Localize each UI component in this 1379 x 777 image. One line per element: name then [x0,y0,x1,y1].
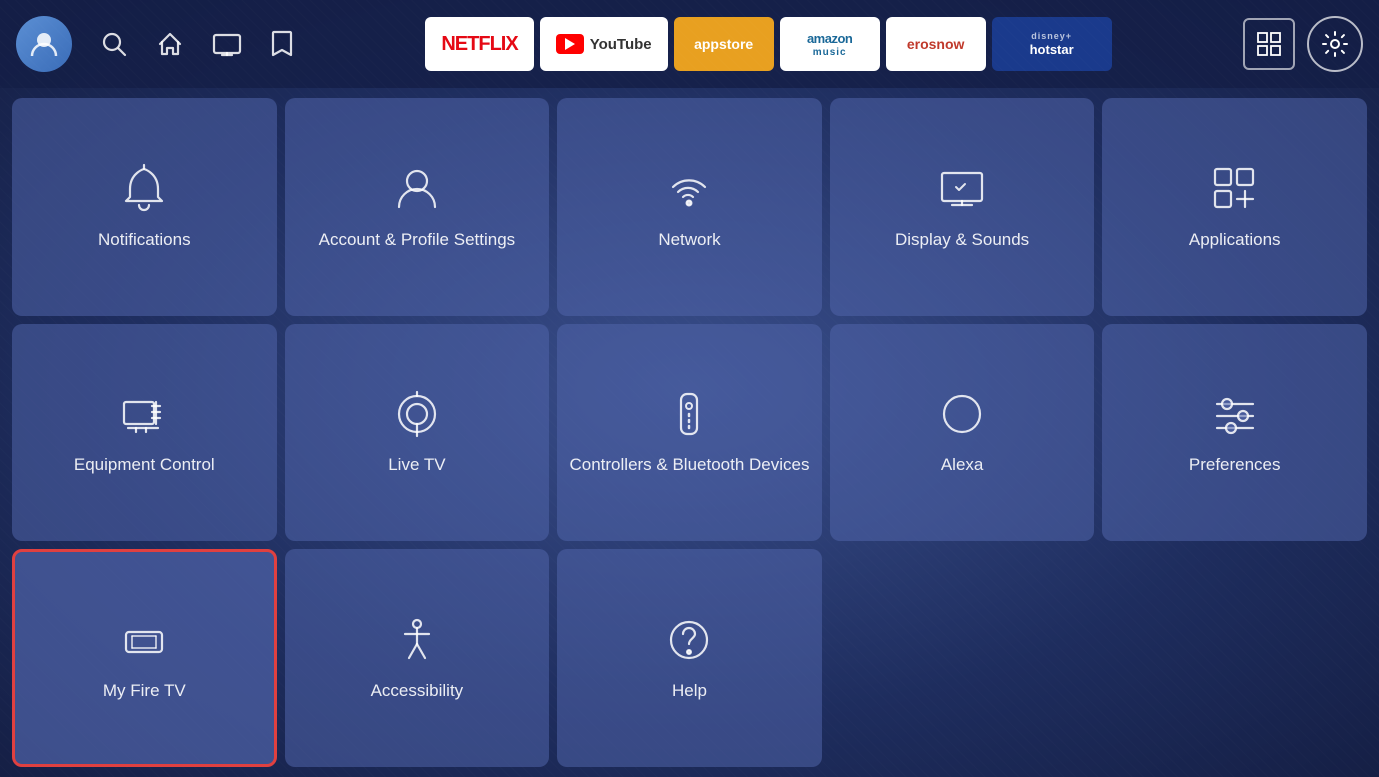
alexa-label: Alexa [931,454,994,476]
display-icon [936,163,988,215]
live-tv-label: Live TV [378,454,455,476]
topbar: NETFLIX YouTube appstore amazon music er… [0,0,1379,88]
applications-label: Applications [1179,229,1291,251]
remote-icon [663,388,715,440]
app-youtube[interactable]: YouTube [540,17,668,71]
hotstar-brand: disney+ [1031,31,1072,41]
controllers-label: Controllers & Bluetooth Devices [559,454,819,476]
topbar-apps: NETFLIX YouTube appstore amazon music er… [294,17,1243,71]
bookmark-icon[interactable] [270,30,294,58]
settings-icon[interactable] [1307,16,1363,72]
network-label: Network [648,229,730,251]
appstore-label: appstore [694,36,753,52]
accessibility-icon [391,614,443,666]
wifi-icon [663,163,715,215]
app-erosnow[interactable]: erosnow [886,17,986,71]
eros-label: erosnow [907,36,965,52]
tile-notifications[interactable]: Notifications [12,98,277,316]
notifications-icon [118,163,170,215]
display-sounds-label: Display & Sounds [885,229,1039,251]
notifications-label: Notifications [88,229,201,251]
sliders-icon [1209,388,1261,440]
hotstar-label: hotstar [1030,42,1074,57]
firetv-icon [118,614,170,666]
settings-grid: Notifications Account & Profile Settings… [0,88,1379,777]
amazon-label: amazon [807,31,852,46]
youtube-play-icon [556,34,584,54]
tv-icon[interactable] [212,31,242,57]
account-label: Account & Profile Settings [309,229,526,251]
account-icon [391,163,443,215]
help-icon [663,614,715,666]
tile-display-sounds[interactable]: Display & Sounds [830,98,1095,316]
applications-icon [1209,163,1261,215]
tile-preferences[interactable]: Preferences [1102,324,1367,542]
tile-accessibility[interactable]: Accessibility [285,549,550,767]
preferences-label: Preferences [1179,454,1291,476]
tile-account-profile[interactable]: Account & Profile Settings [285,98,550,316]
tile-applications[interactable]: Applications [1102,98,1367,316]
alexa-icon [936,388,988,440]
search-icon[interactable] [100,30,128,58]
topbar-right [1243,16,1363,72]
tile-network[interactable]: Network [557,98,822,316]
youtube-label: YouTube [590,36,652,53]
music-label: music [813,47,847,58]
tile-controllers-bluetooth[interactable]: Controllers & Bluetooth Devices [557,324,822,542]
app-netflix[interactable]: NETFLIX [425,17,533,71]
app-amazon-music[interactable]: amazon music [780,17,880,71]
accessibility-label: Accessibility [361,680,474,702]
help-label: Help [662,680,717,702]
tile-my-fire-tv[interactable]: My Fire TV [12,549,277,767]
avatar[interactable] [16,16,72,72]
netflix-label: NETFLIX [441,33,517,56]
tile-alexa[interactable]: Alexa [830,324,1095,542]
grid-plus-icon[interactable] [1243,18,1295,70]
equipment-icon [118,388,170,440]
app-appstore[interactable]: appstore [674,17,774,71]
tile-help[interactable]: Help [557,549,822,767]
tile-live-tv[interactable]: Live TV [285,324,550,542]
topbar-left [16,16,294,72]
my-fire-tv-label: My Fire TV [93,680,196,702]
app-hotstar[interactable]: disney+ hotstar [992,17,1112,71]
equipment-label: Equipment Control [64,454,225,476]
antenna-icon [391,388,443,440]
tile-equipment-control[interactable]: Equipment Control [12,324,277,542]
home-icon[interactable] [156,30,184,58]
